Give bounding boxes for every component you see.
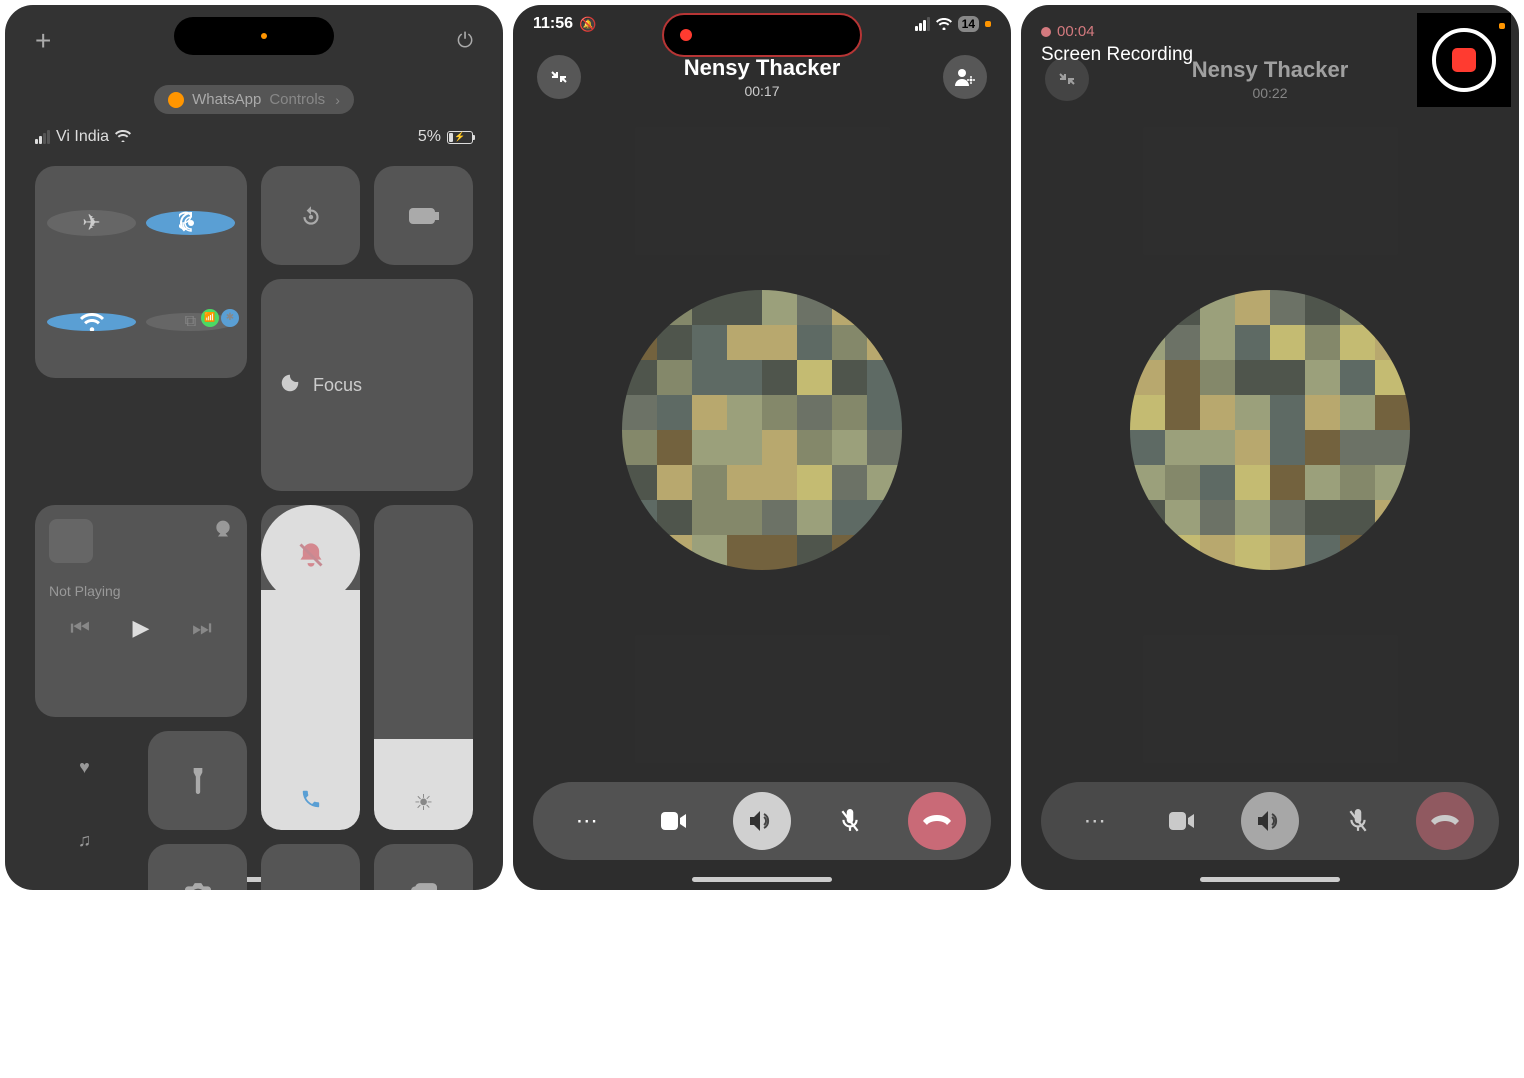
add-control-button[interactable]: + — [35, 25, 51, 57]
battery-icon: ⚡ — [447, 131, 473, 144]
status-row: Vi India 5% ⚡ — [5, 114, 503, 160]
battery-pct: 5% — [418, 128, 441, 146]
media-tile[interactable]: Not Playing ⏮ ▶ ⏭ — [35, 505, 247, 717]
whatsapp-icon — [168, 92, 184, 108]
rewind-button[interactable]: ⏮ — [70, 615, 90, 641]
video-button[interactable] — [645, 792, 703, 850]
minimize-button[interactable] — [537, 55, 581, 99]
indicator-dot — [1499, 23, 1505, 29]
brightness-fill — [374, 739, 473, 830]
volume-slider[interactable] — [261, 505, 360, 830]
signal-icon — [35, 130, 50, 144]
speaker-button[interactable] — [1241, 792, 1299, 850]
wifi-icon — [115, 129, 131, 145]
music-icon[interactable]: ♫ — [78, 830, 92, 851]
recording-banner[interactable]: 00:04 Screen Recording — [1041, 23, 1419, 66]
screen-call-recording-pill: 11:56 🔕 14 Nensy Thacker 00:17 ⋯ — [513, 5, 1011, 890]
cellular-badge-icon: 📶 — [201, 309, 219, 327]
screen-mirroring-button[interactable] — [374, 844, 473, 890]
stop-ring-icon — [1432, 28, 1496, 92]
screen-control-center: + ⏻ WhatsApp Controls › Vi India 5% ⚡ — [5, 5, 503, 890]
low-power-button[interactable] — [374, 166, 473, 265]
dynamic-island-recording[interactable] — [662, 13, 862, 57]
phone-icon — [300, 788, 322, 816]
record-dot-icon — [680, 29, 692, 41]
camera-button[interactable] — [148, 844, 247, 890]
indicator-dot — [261, 33, 267, 39]
caller-name: Nensy Thacker — [684, 55, 841, 81]
not-playing-label: Not Playing — [49, 583, 233, 599]
call-duration: 00:22 — [1192, 85, 1349, 101]
dynamic-island[interactable] — [174, 17, 334, 55]
hangup-button[interactable] — [908, 792, 966, 850]
focus-button[interactable]: Focus — [261, 279, 473, 491]
mute-button[interactable] — [821, 792, 879, 850]
airdrop-button[interactable] — [146, 211, 235, 235]
mute-button[interactable] — [1329, 792, 1387, 850]
media-artwork — [49, 519, 93, 563]
add-participant-button[interactable] — [943, 55, 987, 99]
control-center-grid: ✈ 📶✱ ⧉ — [5, 160, 503, 890]
recording-label: Screen Recording — [1041, 44, 1419, 66]
speaker-button[interactable] — [733, 792, 791, 850]
silent-icon: 🔕 — [579, 16, 596, 33]
moon-icon — [279, 372, 301, 399]
brightness-slider[interactable]: ☀ — [374, 505, 473, 830]
play-button[interactable]: ▶ — [133, 615, 150, 641]
caller-avatar — [1130, 290, 1410, 570]
wifi-icon — [936, 18, 952, 30]
stop-recording-button[interactable] — [1417, 13, 1511, 107]
app-name: WhatsApp — [192, 91, 261, 108]
more-button[interactable]: ⋯ — [1066, 792, 1124, 850]
personal-hotspot-button[interactable]: 📶✱ ⧉ — [146, 313, 235, 331]
call-controls: ⋯ — [533, 782, 991, 860]
airplay-icon[interactable] — [213, 519, 233, 563]
home-indicator[interactable] — [692, 877, 832, 882]
forward-button[interactable]: ⏭ — [192, 615, 212, 641]
rotation-lock-button[interactable] — [261, 166, 360, 265]
caller-avatar — [622, 290, 902, 570]
flashlight-button[interactable] — [148, 731, 247, 830]
record-dot-icon — [1041, 27, 1051, 37]
signal-icon — [915, 17, 930, 31]
recording-timer: 00:04 — [1057, 23, 1095, 40]
side-shortcuts: ♥ ♫ ((·)) — [35, 731, 134, 890]
battery-pct: 14 — [958, 16, 979, 32]
pill-label: Controls — [269, 91, 325, 108]
carrier-label: Vi India — [56, 128, 109, 146]
focus-label: Focus — [313, 375, 362, 396]
screen-call-stop-recording: 00:04 Screen Recording Nensy Thacker 00:… — [1021, 5, 1519, 890]
power-button[interactable]: ⏻ — [457, 30, 473, 53]
indicator-dot — [985, 21, 991, 27]
heart-icon[interactable]: ♥ — [79, 757, 90, 778]
bluetooth-badge-icon: ✱ — [221, 309, 239, 327]
connectivity-tile[interactable]: ✈ 📶✱ ⧉ — [35, 166, 247, 378]
more-button[interactable]: ⋯ — [558, 792, 616, 850]
home-indicator[interactable] — [1200, 877, 1340, 882]
call-controls: ⋯ — [1041, 782, 1499, 860]
spacer-tile — [261, 844, 360, 890]
call-duration: 00:17 — [684, 83, 841, 99]
hangup-button[interactable] — [1416, 792, 1474, 850]
time-label: 11:56 — [533, 15, 573, 33]
airplane-mode-button[interactable]: ✈ — [47, 210, 136, 236]
sun-icon: ☀ — [414, 790, 434, 816]
wifi-button[interactable] — [47, 313, 136, 331]
whatsapp-controls-pill[interactable]: WhatsApp Controls › — [154, 85, 354, 114]
video-button[interactable] — [1153, 792, 1211, 850]
chevron-right-icon: › — [335, 92, 340, 108]
